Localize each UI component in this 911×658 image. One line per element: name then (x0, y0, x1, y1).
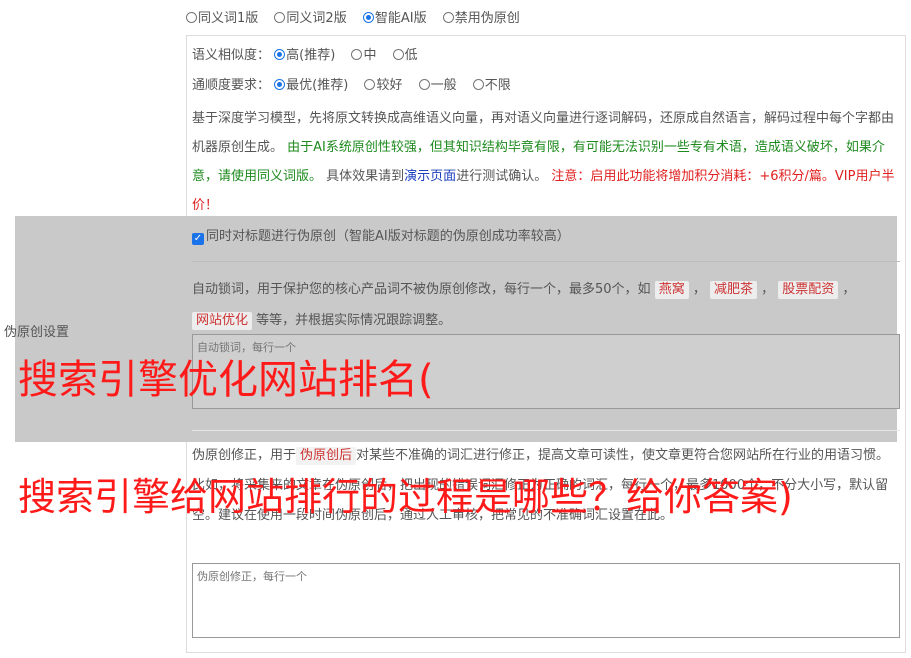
similarity-option-label: 中 (363, 48, 377, 63)
fluency-option-normal[interactable]: 一般 (418, 77, 457, 95)
overlay-headline-1: 搜索引擎优化网站排名( (18, 357, 434, 403)
similarity-label: 语义相似度： (192, 48, 271, 63)
example-tag: 网站优化 (192, 312, 253, 330)
mode-option-label: 智能AI版 (374, 11, 427, 26)
radio-icon[interactable] (364, 79, 376, 90)
mode-option-synonym2[interactable]: 同义词2版 (274, 10, 347, 28)
mode-option-ai[interactable]: 智能AI版 (362, 10, 427, 28)
section-label: 伪原创设置 (4, 325, 70, 340)
ai-description-text-3: 进行测试确认。 (456, 169, 548, 184)
divider (192, 430, 900, 431)
title-rewrite-option[interactable]: ✓ 同时对标题进行伪原创（智能AI版对标题的伪原创成功率较高） (192, 228, 570, 246)
example-tag: 股票配资 (778, 281, 839, 299)
fluency-option-label: 较好 (376, 78, 403, 93)
ai-description-text-2: 具体效果请到 (326, 169, 405, 184)
radio-icon[interactable] (351, 49, 363, 60)
similarity-option-label: 高(推荐) (286, 48, 336, 63)
similarity-option-low[interactable]: 低 (392, 47, 418, 65)
mode-option-label: 同义词1版 (198, 11, 259, 26)
fluency-option-label: 一般 (430, 78, 457, 93)
fix-desc-text: 伪原创修正，用于 (192, 448, 297, 463)
example-tag: 伪原创后 (296, 447, 357, 465)
demo-page-link[interactable]: 演示页面 (404, 169, 456, 184)
similarity-option-high[interactable]: 高(推荐) (274, 47, 335, 65)
radio-icon[interactable] (472, 79, 484, 90)
mode-option-synonym1[interactable]: 同义词1版 (186, 10, 258, 28)
ai-description: 基于深度学习模型，先将原文转换成高维语义向量，再对语义向量进行逐词解码，还原成自… (192, 104, 900, 220)
example-tag: 减肥茶 (709, 281, 757, 299)
mode-option-label: 同义词2版 (286, 11, 347, 26)
title-rewrite-label: 同时对标题进行伪原创（智能AI版对标题的伪原创成功率较高） (206, 229, 570, 244)
similarity-row: 语义相似度： 高(推荐) 中 低 (192, 47, 430, 65)
fluency-option-any[interactable]: 不限 (472, 77, 511, 95)
fluency-option-label: 最优(推荐) (286, 78, 349, 93)
radio-checked-icon[interactable] (362, 12, 374, 23)
lock-words-description: 自动锁词，用于保护您的核心产品词不被伪原创修改，每行一个，最多50个，如 燕窝 … (192, 281, 856, 330)
example-tag: 燕窝 (654, 281, 689, 299)
radio-icon[interactable] (186, 12, 197, 23)
fluency-row: 通顺度要求： 最优(推荐) 较好 一般 不限 (192, 77, 523, 95)
fluency-label: 通顺度要求： (192, 78, 271, 93)
radio-icon[interactable] (418, 79, 430, 90)
fluency-option-good[interactable]: 较好 (364, 77, 402, 95)
mode-option-disable[interactable]: 禁用伪原创 (442, 10, 520, 28)
radio-checked-icon[interactable] (274, 49, 286, 60)
radio-icon[interactable] (274, 12, 286, 23)
similarity-option-label: 低 (404, 48, 418, 63)
divider (192, 261, 900, 262)
lock-desc-text: 自动锁词，用于保护您的核心产品词不被伪原创修改，每行一个，最多50个，如 (192, 282, 651, 297)
lock-desc-text-2: 等等，并根据实际情况跟踪调整。 (256, 313, 452, 328)
radio-icon[interactable] (392, 49, 404, 60)
checkbox-checked-icon[interactable]: ✓ (192, 233, 204, 245)
correction-input[interactable] (192, 563, 900, 638)
radio-checked-icon[interactable] (274, 79, 286, 90)
mode-option-label: 禁用伪原创 (454, 11, 520, 26)
mode-radio-group: 同义词1版 同义词2版 智能AI版 禁用伪原创 (186, 10, 532, 28)
similarity-option-mid[interactable]: 中 (351, 47, 376, 65)
overlay-headline-2: 搜索引擎给网站排行的过程是哪些？给你答案) (18, 475, 793, 519)
radio-icon[interactable] (442, 12, 454, 23)
fluency-option-label: 不限 (484, 78, 511, 93)
fluency-option-best[interactable]: 最优(推荐) (274, 77, 348, 95)
